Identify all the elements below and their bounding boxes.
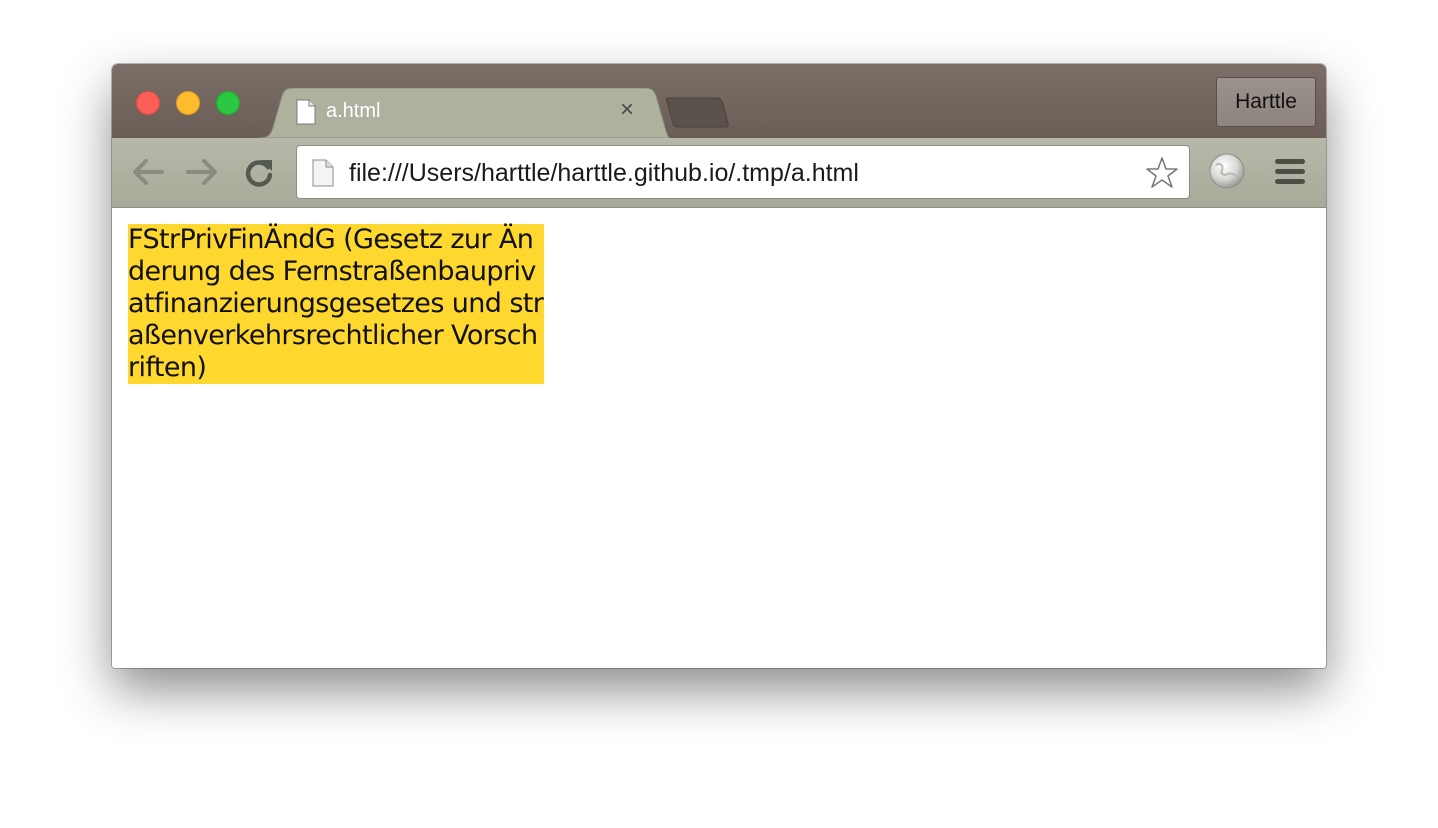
reload-icon[interactable] <box>242 156 276 190</box>
page-document-icon <box>312 159 334 187</box>
tab-title: a.html <box>326 100 381 122</box>
browser-window: a.html × Harttle file:///Users/harttle/h… <box>112 64 1326 668</box>
profile-button[interactable]: Harttle <box>1216 77 1316 127</box>
highlighted-paragraph: FStrPrivFinÄndG (Gesetz zur Änderung des… <box>128 224 544 384</box>
maximize-window-icon[interactable] <box>216 91 240 115</box>
address-url[interactable]: file:///Users/harttle/harttle.github.io/… <box>349 159 859 188</box>
close-window-icon[interactable] <box>136 91 160 115</box>
hamburger-menu-icon[interactable] <box>1274 158 1306 186</box>
title-bar: a.html × Harttle <box>112 64 1326 138</box>
tab-background <box>260 88 670 138</box>
document-icon <box>296 99 316 125</box>
tab-a-html[interactable]: a.html × <box>260 88 670 138</box>
forward-arrow-icon[interactable] <box>184 156 220 188</box>
globe-icon[interactable] <box>1208 152 1246 190</box>
minimize-window-icon[interactable] <box>176 91 200 115</box>
bookmark-star-icon[interactable] <box>1145 156 1179 190</box>
toolbar: file:///Users/harttle/harttle.github.io/… <box>112 138 1326 208</box>
page-content: FStrPrivFinÄndG (Gesetz zur Änderung des… <box>112 208 1326 668</box>
address-bar[interactable]: file:///Users/harttle/harttle.github.io/… <box>296 145 1190 199</box>
tab-close-icon[interactable]: × <box>620 98 634 122</box>
new-tab-button[interactable] <box>666 96 732 128</box>
back-arrow-icon[interactable] <box>130 156 166 188</box>
